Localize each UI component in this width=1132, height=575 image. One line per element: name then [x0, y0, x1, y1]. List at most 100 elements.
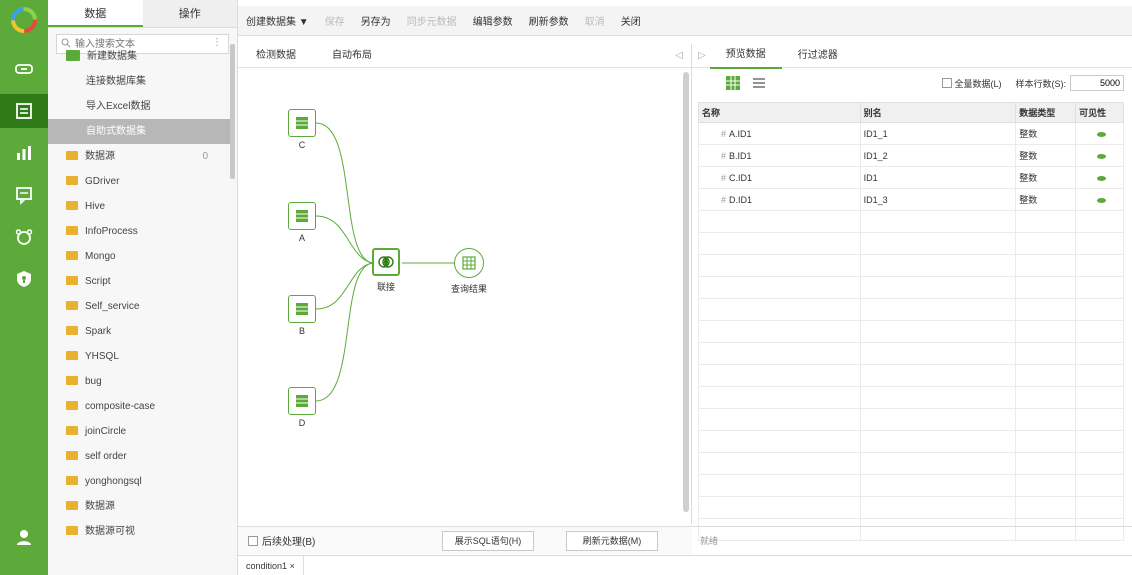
table-row[interactable]: # B.ID1 ID1_2 整数 — [698, 144, 1124, 167]
tree-item-self-service-dataset[interactable]: 自助式数据集 — [48, 119, 230, 144]
all-data-checkbox[interactable] — [941, 78, 952, 88]
field-name: A.ID1 — [729, 128, 752, 139]
tree-item-label: 数据源 — [85, 501, 115, 512]
post-process-checkbox[interactable] — [248, 535, 258, 546]
field-type[interactable]: 整数 — [1015, 122, 1077, 145]
result-node[interactable] — [454, 248, 484, 278]
tree-item-label: joinCircle — [85, 426, 127, 437]
folder-icon — [66, 250, 78, 260]
user-icon[interactable] — [0, 520, 48, 554]
tree-item-db-dataset[interactable]: 连接数据库集 — [48, 69, 230, 94]
tab-preview-data[interactable]: 预览数据 — [709, 43, 782, 69]
tree-item-label: 自助式数据集 — [86, 126, 146, 137]
column-header-type[interactable]: 数据类型 — [1015, 102, 1077, 123]
list-view-icon[interactable] — [750, 74, 768, 92]
field-type[interactable]: 整数 — [1015, 166, 1077, 189]
folder-icon — [66, 150, 78, 160]
empty-row — [698, 298, 1124, 321]
join-node[interactable] — [372, 248, 400, 276]
eye-icon[interactable] — [1096, 131, 1106, 137]
sample-options: 全量数据(L) 样本行数(S): — [941, 75, 1124, 91]
table-node-c[interactable] — [288, 109, 316, 137]
close-icon[interactable]: × — [290, 561, 295, 571]
tree-item-folder[interactable]: joinCircle — [48, 419, 230, 444]
tree-item-folder[interactable]: 数据源 — [48, 494, 230, 519]
tab-data[interactable]: 数据 — [48, 0, 143, 27]
save-button[interactable]: 保存 — [325, 13, 345, 28]
tree-item-folder[interactable]: yonghongsql — [48, 469, 230, 494]
column-header-alias[interactable]: 别名 — [859, 102, 1017, 123]
field-type[interactable]: 整数 — [1015, 144, 1077, 167]
grid-view-icon[interactable] — [724, 74, 742, 92]
refresh-metadata-button[interactable]: 刷新元数据(M) — [566, 531, 658, 551]
eye-icon[interactable] — [1096, 153, 1106, 159]
tree-item-folder[interactable]: Hive — [48, 194, 230, 219]
show-sql-button[interactable]: 展示SQL语句(H) — [442, 531, 534, 551]
tree-item-folder[interactable]: InfoProcess — [48, 219, 230, 244]
tree-item-folder[interactable]: bug — [48, 369, 230, 394]
tree-item-new-dataset[interactable]: 新建数据集 — [48, 44, 230, 69]
link-icon[interactable] — [0, 52, 48, 86]
tree-item-excel-import[interactable]: 导入Excel数据 — [48, 94, 230, 119]
table-node-b[interactable] — [288, 295, 316, 323]
tree-item-folder[interactable]: YHSQL — [48, 344, 230, 369]
field-type[interactable]: 整数 — [1015, 188, 1077, 211]
tree-item-folder[interactable]: GDriver — [48, 169, 230, 194]
close-button[interactable]: 关闭 — [621, 13, 641, 28]
bear-icon[interactable] — [0, 220, 48, 254]
tree-tabs: 数据 操作 — [48, 0, 237, 28]
tree-item-label: YHSQL — [85, 351, 119, 362]
tree-item-folder[interactable]: Script — [48, 269, 230, 294]
main-toolbar: 创建数据集 ▼ 保存 另存为 同步元数据 编辑参数 刷新参数 取消 关闭 — [238, 6, 1132, 36]
chart-icon[interactable] — [0, 136, 48, 170]
tab-row-filter[interactable]: 行过滤器 — [782, 44, 854, 68]
cancel-button[interactable]: 取消 — [585, 13, 605, 28]
condition-tab[interactable]: condition1 × — [238, 556, 304, 575]
tree-item-folder[interactable]: Mongo — [48, 244, 230, 269]
empty-row — [698, 364, 1124, 387]
refresh-params-button[interactable]: 刷新参数 — [529, 13, 569, 28]
folder-icon — [66, 225, 78, 235]
table-row[interactable]: # C.ID1 ID1 整数 — [698, 166, 1124, 189]
table-row[interactable]: # A.ID1 ID1_1 整数 — [698, 122, 1124, 145]
empty-row — [698, 232, 1124, 255]
tree-item-label: composite-case — [85, 401, 156, 412]
folder-icon — [66, 49, 80, 61]
folder-icon — [66, 350, 78, 360]
tree-item-folder[interactable]: 数据源 0 — [48, 144, 230, 169]
design-bottom-bar: 后续处理(B) 展示SQL语句(H) 刷新元数据(M) — [238, 526, 692, 554]
tree-item-label: 新建数据集 — [87, 51, 137, 62]
tree-scrollbar[interactable] — [230, 44, 235, 179]
new-dataset-dropdown[interactable]: 创建数据集 ▼ — [246, 13, 309, 28]
tab-operations[interactable]: 操作 — [143, 0, 238, 27]
column-header-visibility[interactable]: 可见性 — [1075, 102, 1124, 123]
field-alias[interactable]: ID1_1 — [859, 122, 1017, 145]
edit-params-button[interactable]: 编辑参数 — [473, 13, 513, 28]
shield-icon[interactable] — [0, 262, 48, 296]
tree-item-folder[interactable]: Spark — [48, 319, 230, 344]
folder-icon — [66, 400, 78, 410]
dataset-tree-panel: 数据 操作 ⋮ 新建数据集 连接数据库集 导入Excel数据 自助式数据集 数据… — [48, 0, 238, 575]
eye-icon[interactable] — [1096, 197, 1106, 203]
dataset-icon[interactable] — [0, 94, 48, 128]
column-header-name[interactable]: 名称 — [698, 102, 861, 123]
field-alias[interactable]: ID1 — [859, 166, 1017, 189]
tree-item-folder[interactable]: composite-case — [48, 394, 230, 419]
sync-metadata-button[interactable]: 同步元数据 — [407, 13, 457, 28]
sample-rows-input[interactable] — [1070, 75, 1124, 91]
table-node-d[interactable] — [288, 387, 316, 415]
node-label-d: D — [298, 418, 306, 428]
table-row[interactable]: # D.ID1 ID1_3 整数 — [698, 188, 1124, 211]
field-alias[interactable]: ID1_3 — [859, 188, 1017, 211]
tree-item-folder[interactable]: 数据源可视 — [48, 519, 230, 544]
field-alias[interactable]: ID1_2 — [859, 144, 1017, 167]
table-node-a[interactable] — [288, 202, 316, 230]
tree-item-label: Self_service — [85, 301, 140, 312]
eye-icon[interactable] — [1096, 175, 1106, 181]
expand-left-icon[interactable]: ▷ — [698, 50, 706, 61]
message-icon[interactable] — [0, 178, 48, 212]
save-as-button[interactable]: 另存为 — [361, 13, 391, 28]
tree-item-folder[interactable]: self order — [48, 444, 230, 469]
tree-item-folder[interactable]: Self_service — [48, 294, 230, 319]
post-process-label: 后续处理(B) — [262, 537, 316, 548]
